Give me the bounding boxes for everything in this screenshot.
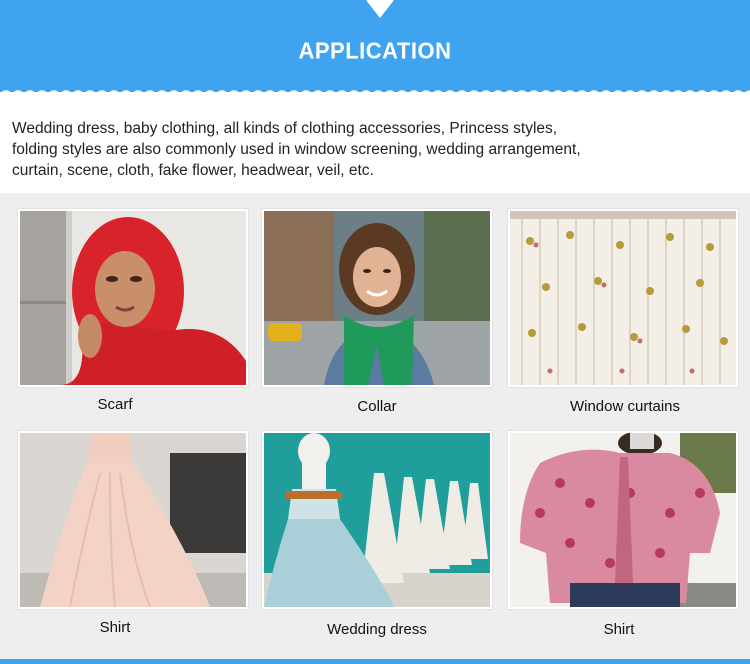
- caption-scarf: Scarf: [97, 396, 133, 413]
- gallery-photo-shirt-blouse: [508, 431, 738, 609]
- caption-shirt-2: Shirt: [603, 621, 635, 638]
- woman-red-headscarf-photo: [20, 211, 246, 385]
- caption-window-curtains: Window curtains: [569, 398, 681, 415]
- floral-tie-neck-blouse-photo: [510, 433, 736, 607]
- intro-line: Wedding dress, baby clothing, all kinds …: [12, 120, 558, 137]
- scalloped-edge: [0, 84, 750, 100]
- floral-sheer-curtains-photo: [510, 211, 736, 385]
- gallery-photo-scarf: [18, 209, 248, 387]
- caption-collar: Collar: [357, 398, 397, 415]
- intro-line: curtain, scene, cloth, fake flower, head…: [12, 162, 374, 179]
- gallery-photo-shirt-tulle: [18, 431, 248, 609]
- caption-shirt-1: Shirt: [99, 619, 131, 636]
- application-banner: APPLICATION: [0, 0, 750, 92]
- gallery-photo-wedding-dress: [262, 431, 492, 609]
- woman-green-scarf-denim-photo: [264, 211, 490, 385]
- pink-tulle-skirt-photo: [20, 433, 246, 607]
- gallery-photo-window-curtains: [508, 209, 738, 387]
- gallery-photo-collar: [262, 209, 492, 387]
- intro-line: folding styles are also commonly used in…: [12, 141, 581, 158]
- bottom-accent-bar: [0, 659, 750, 664]
- banner-title: APPLICATION: [298, 37, 452, 64]
- blue-tulle-wedding-gown-photo: [264, 433, 490, 607]
- caption-wedding-dress: Wedding dress: [327, 621, 427, 638]
- banner-notch: [366, 0, 394, 18]
- intro-paragraph: Wedding dress, baby clothing, all kinds …: [12, 118, 632, 181]
